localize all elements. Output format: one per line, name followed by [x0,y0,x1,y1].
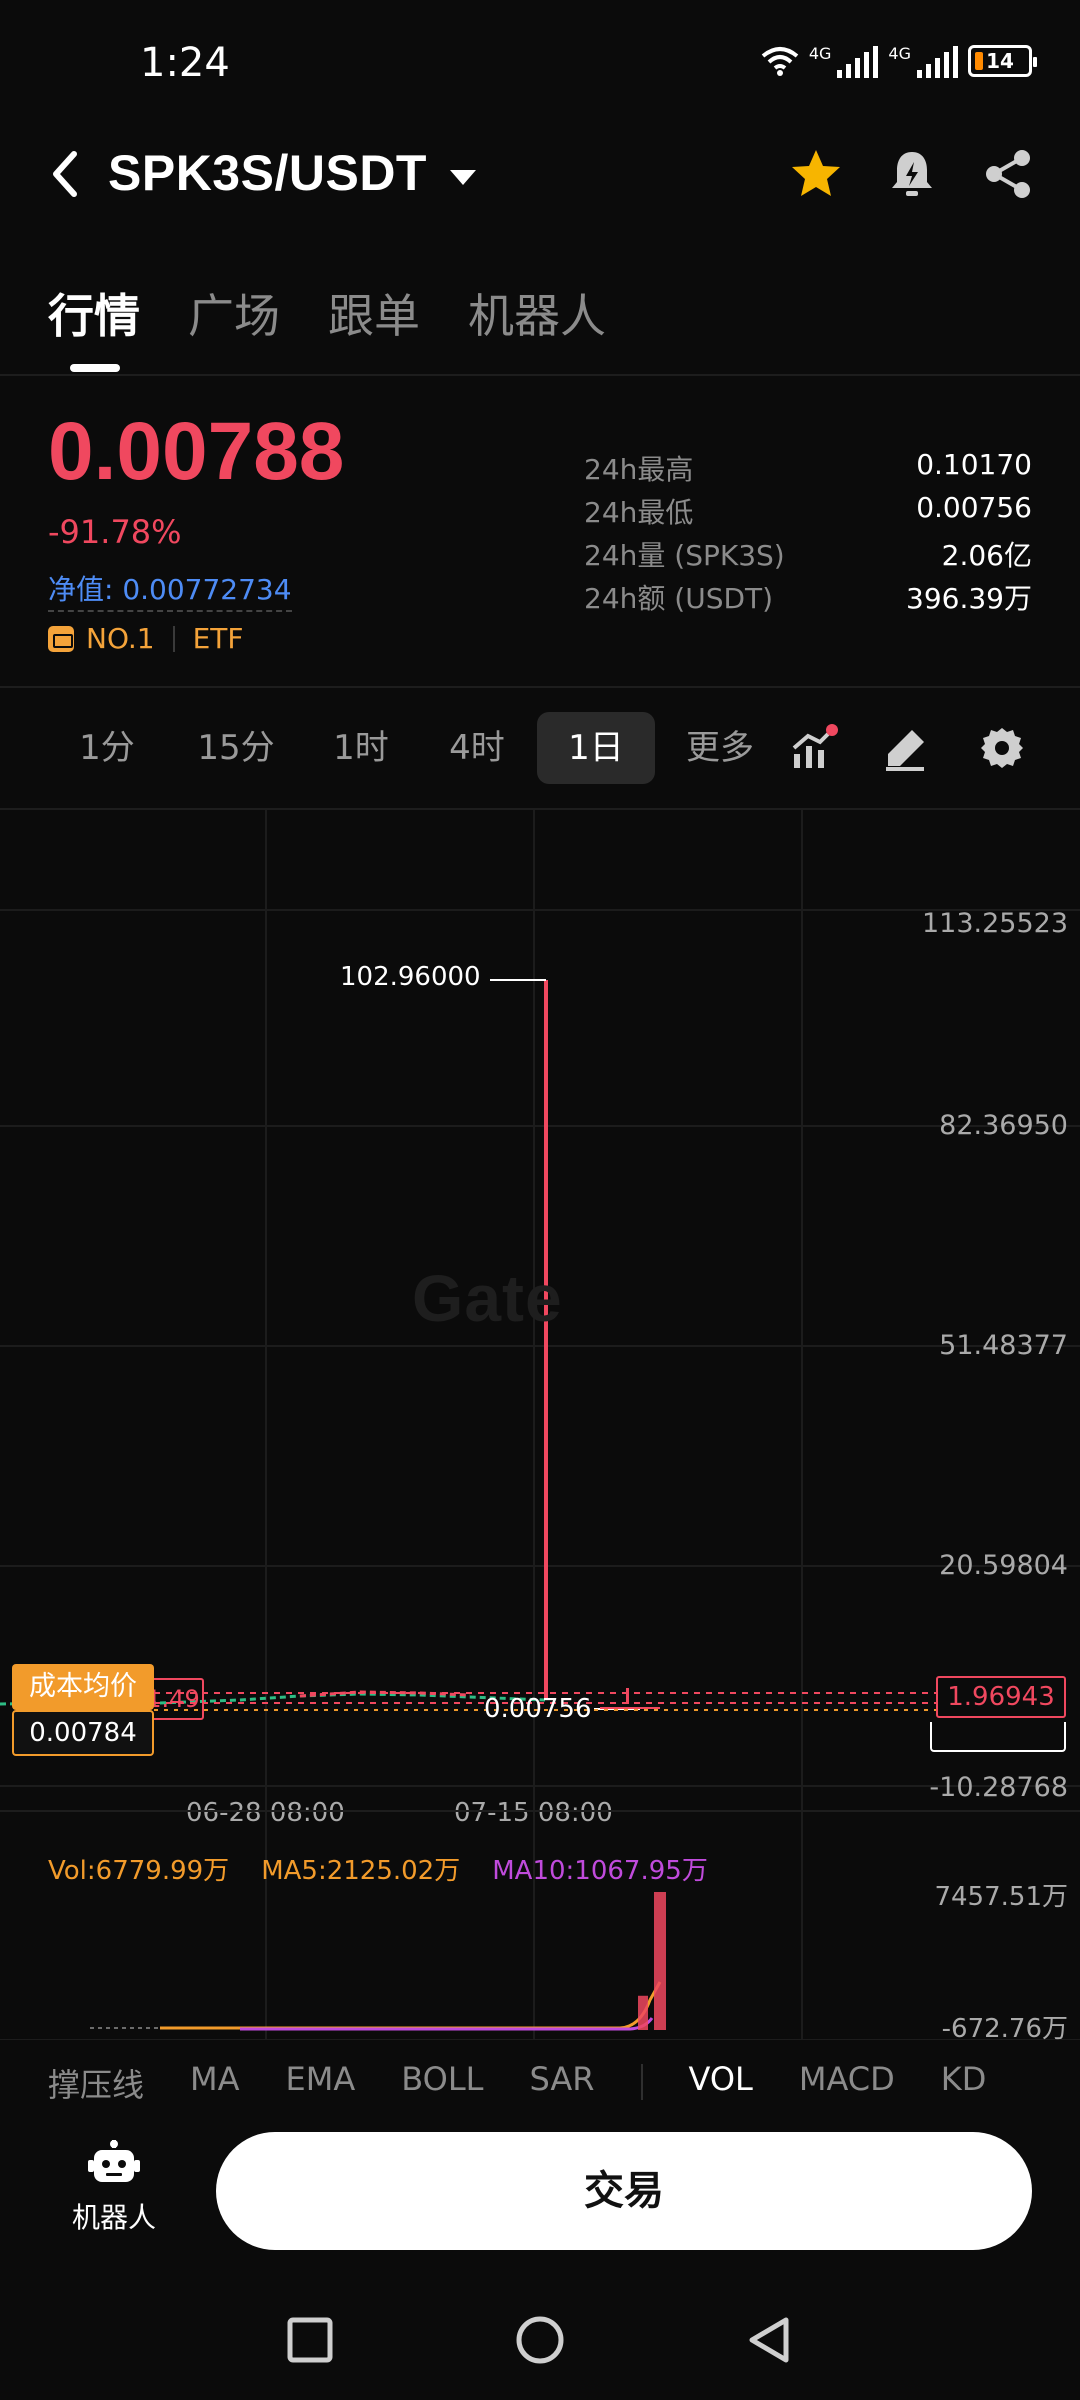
robot-icon [88,2140,140,2182]
stat-label: 24h最低 [584,496,694,529]
tab-copy-trading[interactable]: 跟单 [328,280,420,346]
stat-value: 396.39万 [906,582,1032,615]
bell-alert-icon[interactable] [884,146,940,202]
header: SPK3S/USDT [0,130,1080,220]
battery-level: 14 [986,49,1014,73]
settings-gear-icon[interactable] [978,724,1026,772]
status-bar: 1:24 4G 4G 14 [0,0,1080,130]
interval-1h[interactable]: 1时 [326,712,396,784]
divider [0,1810,1080,1812]
x-tick: 07-15 08:00 [454,1798,613,1828]
stat-row: 24h量 (SPK3S) 2.06亿 [584,534,1032,577]
price-change: -91.78% [48,513,182,551]
interval-1m[interactable]: 1分 [72,712,142,784]
battery-icon: 14 [968,45,1037,77]
interval-bar: 1分 15分 1时 4时 1日 更多 [0,700,1080,810]
tab-bots[interactable]: 机器人 [468,280,606,346]
peak-candle [544,980,548,1700]
robot-label: 机器人 [71,2201,156,2234]
peak-price-label: 102.96000 [340,962,481,992]
nav-tabs: 行情 广场 跟单 机器人 [48,280,606,346]
badges: NO.1 ETF [48,622,243,655]
stat-value: 0.10170 [916,448,1032,481]
wifi-icon [761,47,799,76]
interval-4h[interactable]: 4时 [442,712,512,784]
back-nav-icon[interactable] [744,2314,796,2366]
back-arrow-icon[interactable] [46,148,86,200]
volume-bar [654,1892,666,2030]
etf-tag[interactable]: ETF [193,622,244,655]
rank-badge[interactable]: NO.1 [86,622,155,655]
indicator-separator [640,2064,643,2100]
pair-title[interactable]: SPK3S/USDT [108,144,427,202]
signal-icon-2 [917,44,958,78]
home-icon[interactable] [514,2314,566,2366]
status-icons: 4G 4G 14 [761,44,1037,78]
stat-label: 24h最高 [584,453,694,486]
interval-1d[interactable]: 1日 [537,712,655,784]
stat-row: 24h额 (USDT) 396.39万 [584,577,1032,620]
status-time: 1:24 [140,40,230,86]
ma5-value: MA5:2125.02万 [261,1856,461,1886]
stat-value: 2.06亿 [941,539,1032,572]
signal-icon [837,44,879,78]
bottom-action-bar: 机器人 交易 [0,2100,1080,2280]
divider [0,686,1080,688]
stat-label: 24h量 (SPK3S) [584,539,785,572]
recent-apps-icon[interactable] [284,2314,336,2366]
draw-pen-icon[interactable] [882,724,930,772]
vol-value: Vol:6779.99万 [48,1856,230,1886]
interval-more[interactable]: 更多 [680,712,760,784]
nav-value[interactable]: 净值: 0.00772734 [48,568,292,612]
stat-value: 0.00756 [916,491,1032,524]
y-tick: 51.48377 [939,1330,1068,1361]
vol-y-tick: -672.76万 [941,2014,1068,2044]
ranking-icon [48,625,74,652]
current-price-box [930,1722,1066,1752]
indicator-chart-icon[interactable] [790,724,838,772]
y-tick: 113.25523 [921,908,1068,939]
star-icon[interactable] [788,146,844,202]
system-navigation [0,2280,1080,2400]
robot-button[interactable]: 机器人 [54,2140,174,2236]
y-tick: 20.59804 [939,1550,1068,1581]
trade-button[interactable]: 交易 [216,2132,1032,2250]
stats-panel: 24h最高 0.10170 24h最低 0.00756 24h量 (SPK3S)… [584,448,1032,620]
network-label-1: 4G [808,44,832,63]
x-tick: 06-28 08:00 [186,1798,345,1828]
stat-row: 24h最低 0.00756 [584,491,1032,534]
tab-market[interactable]: 行情 [48,280,140,346]
gate-watermark: Gate [412,1261,563,1335]
tab-square[interactable]: 广场 [188,280,280,346]
ma10-value: MA10:1067.95万 [492,1856,708,1886]
cost-average-value: 0.00784 [12,1710,154,1756]
vol-y-tick: 7457.51万 [934,1882,1068,1912]
last-price: 0.00788 [48,406,345,497]
y-tick: -10.28768 [929,1772,1068,1803]
low-price-label: 0.00756 [484,1694,592,1724]
stat-label: 24h额 (USDT) [584,582,774,615]
divider [0,374,1080,376]
cost-average-label[interactable]: 成本均价 [12,1664,154,1710]
volume-legend: Vol:6779.99万 MA5:2125.02万 MA10:1067.95万 [48,1850,708,1887]
share-icon[interactable] [980,146,1036,202]
badge-separator [172,625,175,652]
stat-row: 24h最高 0.10170 [584,448,1032,491]
interval-15m[interactable]: 15分 [188,712,284,784]
volume-bar [638,1995,648,2030]
chevron-down-icon[interactable] [450,170,476,185]
tab-underline [70,364,120,372]
price-line [0,979,660,1710]
current-price-tag[interactable]: 1.96943 [936,1676,1066,1718]
volume-chart[interactable] [0,1890,1080,2040]
network-label-2: 4G [888,44,911,63]
y-tick: 82.36950 [939,1110,1068,1141]
